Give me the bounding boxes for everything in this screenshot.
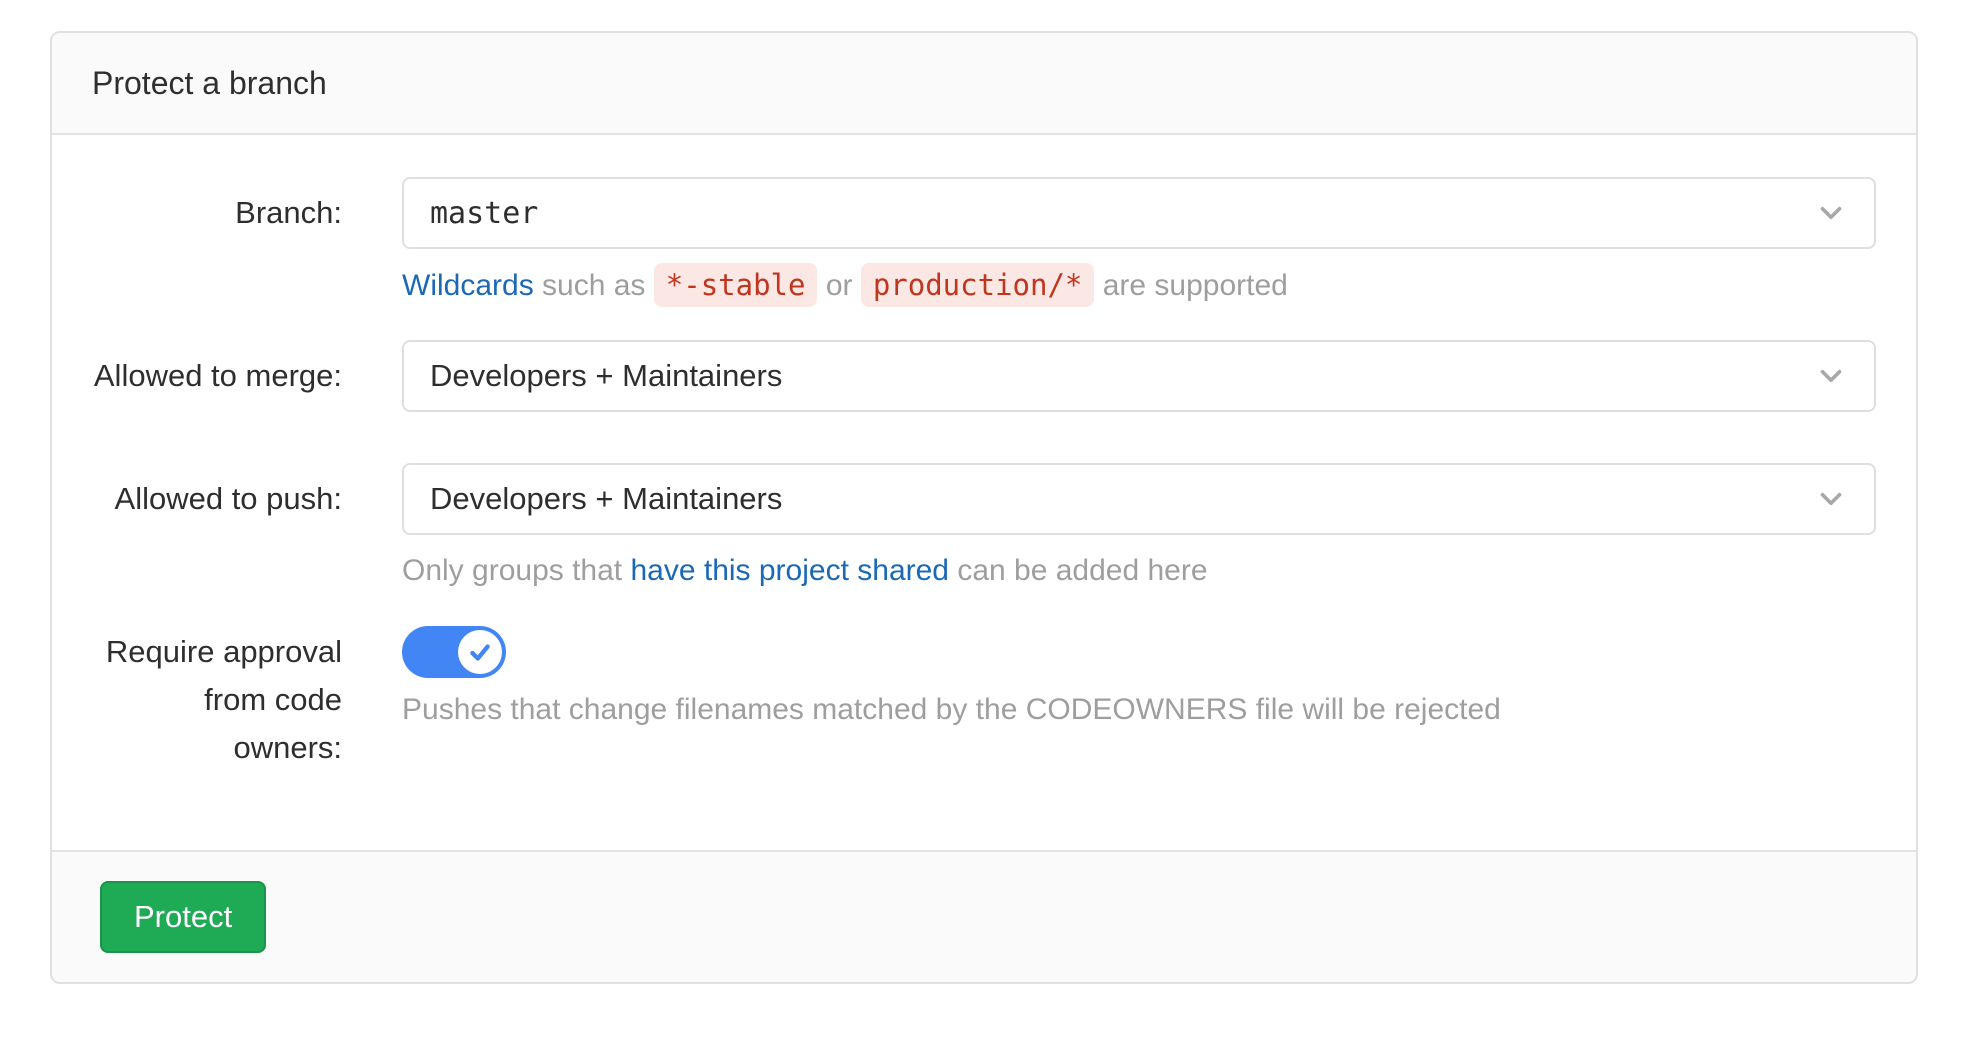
- branch-help-text: Wildcards such as *-stable or production…: [402, 263, 1876, 308]
- codeowners-label: Require approval from code owners:: [92, 626, 342, 772]
- protect-button[interactable]: Protect: [100, 881, 266, 953]
- codeowners-row: Require approval from code owners: Pushe…: [92, 626, 1876, 772]
- allowed-to-merge-select[interactable]: Developers + Maintainers: [402, 340, 1876, 412]
- card-footer: Protect: [52, 850, 1916, 982]
- allowed-to-push-control: Developers + Maintainers Only groups tha…: [402, 463, 1876, 593]
- allowed-to-merge-value: Developers + Maintainers: [430, 358, 782, 394]
- protect-branch-card: Protect a branch Branch: master Wildcard…: [50, 31, 1918, 984]
- chevron-down-icon: [1814, 482, 1848, 516]
- branch-help-or: or: [826, 269, 853, 302]
- allowed-to-merge-control: Developers + Maintainers: [402, 340, 1876, 412]
- push-help-post: can be added here: [957, 554, 1207, 587]
- allowed-to-push-row: Allowed to push: Developers + Maintainer…: [92, 463, 1876, 593]
- branch-row: Branch: master Wildcards such as *-stabl…: [92, 177, 1876, 308]
- branch-help-mid: such as: [542, 269, 645, 302]
- branch-control: master Wildcards such as *-stable or pro…: [402, 177, 1876, 308]
- push-help-pre: Only groups that: [402, 554, 622, 587]
- toggle-knob: [458, 630, 502, 674]
- wildcards-link[interactable]: Wildcards: [402, 269, 534, 302]
- check-icon: [467, 639, 493, 665]
- wildcard-example-1: *-stable: [654, 263, 818, 307]
- codeowners-approval-toggle[interactable]: [402, 626, 506, 678]
- allowed-to-push-value: Developers + Maintainers: [430, 481, 782, 517]
- branch-select[interactable]: master: [402, 177, 1876, 249]
- allowed-to-merge-label: Allowed to merge:: [92, 340, 342, 400]
- card-header: Protect a branch: [52, 33, 1916, 135]
- allowed-to-push-select[interactable]: Developers + Maintainers: [402, 463, 1876, 535]
- allowed-to-push-label: Allowed to push:: [92, 463, 342, 523]
- codeowners-control: Pushes that change filenames matched by …: [402, 626, 1876, 732]
- project-shared-link[interactable]: have this project shared: [630, 554, 949, 587]
- branch-select-value: master: [430, 196, 538, 231]
- chevron-down-icon: [1814, 196, 1848, 230]
- branch-label: Branch:: [92, 177, 342, 237]
- allowed-to-merge-row: Allowed to merge: Developers + Maintaine…: [92, 340, 1876, 412]
- codeowners-help-text: Pushes that change filenames matched by …: [402, 688, 1876, 732]
- card-body: Branch: master Wildcards such as *-stabl…: [52, 135, 1916, 850]
- card-title: Protect a branch: [92, 65, 327, 102]
- chevron-down-icon: [1814, 359, 1848, 393]
- push-help-text: Only groups that have this project share…: [402, 549, 1876, 593]
- branch-help-end: are supported: [1103, 269, 1288, 302]
- wildcard-example-2: production/*: [861, 263, 1095, 307]
